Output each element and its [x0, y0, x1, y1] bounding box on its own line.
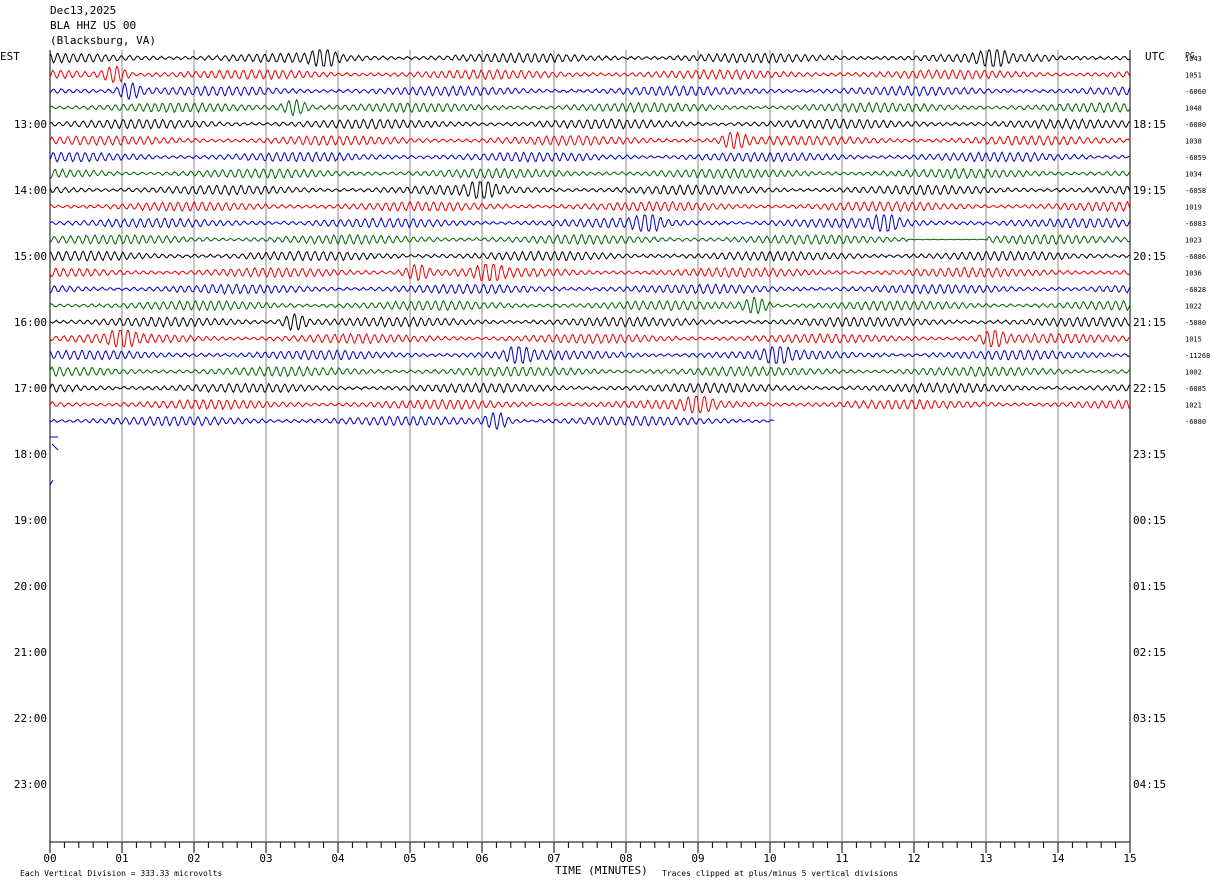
trace-row — [49, 382, 1131, 394]
trace-offset-label: -6085 — [1185, 385, 1206, 393]
helicorder-chart: EST UTC PG Each Vertical Division = 333.… — [0, 49, 1210, 878]
trace-row — [49, 151, 1130, 163]
trace-row — [49, 283, 1131, 295]
trace-row — [49, 167, 1131, 180]
trace-row — [49, 264, 1131, 282]
trace-row — [49, 329, 1131, 348]
x-tick-label: 03 — [259, 852, 272, 865]
trace-offset-label: 1038 — [1185, 138, 1202, 146]
hour-label-est: 18:00 — [14, 448, 47, 461]
trace-offset-label: -6058 — [1185, 187, 1206, 195]
x-tick-label: 09 — [691, 852, 704, 865]
trace-row — [49, 49, 1131, 67]
trace-row — [49, 365, 1131, 378]
trace-row — [49, 200, 1131, 213]
x-tick-label: 10 — [763, 852, 776, 865]
trace-offset-label: 1051 — [1185, 72, 1202, 80]
hour-label-est: 23:00 — [14, 778, 47, 791]
trace-row — [49, 98, 1131, 117]
trace-row — [49, 65, 1131, 84]
hour-label-utc: 03:15 — [1133, 712, 1166, 725]
trace-offset-label: -6083 — [1185, 220, 1206, 228]
trace-offset-label: 1002 — [1185, 369, 1202, 377]
x-tick-label: 01 — [115, 852, 128, 865]
trace-row — [49, 395, 1131, 413]
trace-offset-label: -6080 — [1185, 418, 1206, 426]
trace-row — [49, 411, 774, 430]
hour-label-est: 16:00 — [14, 316, 47, 329]
trace-row — [49, 181, 1131, 199]
trace-end-marker — [49, 436, 59, 486]
right-axis-title: UTC — [1145, 50, 1165, 63]
x-tick-label: 06 — [475, 852, 488, 865]
trace-row — [49, 117, 1131, 130]
trace-row — [49, 313, 1131, 331]
clip-note: Traces clipped at plus/minus 5 vertical … — [662, 869, 898, 878]
trace-offset-label: 1023 — [1185, 237, 1202, 245]
minute-grid — [49, 50, 1131, 853]
x-tick-label: 11 — [835, 852, 848, 865]
hour-label-est: 14:00 — [14, 184, 47, 197]
trace-row — [49, 250, 1130, 262]
trace-offset-label: -6060 — [1185, 88, 1206, 96]
x-tick-label: 15 — [1123, 852, 1136, 865]
x-axis-label: TIME (MINUTES) — [555, 864, 648, 877]
trace-offset-label: 1048 — [1185, 105, 1202, 113]
hour-label-utc: 04:15 — [1133, 778, 1166, 791]
x-tick-label: 00 — [43, 852, 56, 865]
left-axis-title: EST — [0, 50, 20, 63]
hour-label-utc: 18:15 — [1133, 118, 1166, 131]
x-tick-label: 05 — [403, 852, 416, 865]
x-tick-label: 04 — [331, 852, 345, 865]
hour-label-est: 19:00 — [14, 514, 47, 527]
hour-label-utc: 22:15 — [1133, 382, 1166, 395]
trace-row — [49, 296, 1131, 315]
x-tick-label: 13 — [979, 852, 992, 865]
x-tick-label: 02 — [187, 852, 200, 865]
hour-label-utc: 02:15 — [1133, 646, 1166, 659]
x-tick-label: 12 — [907, 852, 920, 865]
hour-label-utc: 21:15 — [1133, 316, 1166, 329]
trace-row — [49, 131, 1131, 150]
trace-offset-label: 1036 — [1185, 270, 1202, 278]
hour-label-utc: 01:15 — [1133, 580, 1166, 593]
hour-label-utc: 19:15 — [1133, 184, 1166, 197]
hour-label-est: 13:00 — [14, 118, 47, 131]
trace-offset-label: -5880 — [1185, 319, 1206, 327]
trace-row — [49, 81, 1131, 100]
trace-offset-label: 1021 — [1185, 402, 1202, 410]
trace-offset-label: -6059 — [1185, 154, 1206, 162]
x-tick-label: 08 — [619, 852, 632, 865]
trace-offset-label: -6028 — [1185, 286, 1206, 294]
axis-labels: EST UTC PG Each Vertical Division = 333.… — [0, 50, 1210, 878]
trace-offset-label: 1043 — [1185, 55, 1202, 63]
hour-label-est: 22:00 — [14, 712, 47, 725]
hour-label-utc: 23:15 — [1133, 448, 1166, 461]
trace-offset-label: -6086 — [1185, 253, 1206, 261]
seismic-traces — [49, 49, 1131, 486]
hour-label-est: 15:00 — [14, 250, 47, 263]
trace-offset-label: -11268 — [1185, 352, 1210, 360]
hour-label-utc: 20:15 — [1133, 250, 1166, 263]
hour-label-est: 21:00 — [14, 646, 47, 659]
x-tick-label: 14 — [1051, 852, 1065, 865]
trace-offset-label: 1022 — [1185, 303, 1202, 311]
hour-label-utc: 00:15 — [1133, 514, 1166, 527]
trace-row — [49, 233, 1131, 246]
trace-offset-label: 1034 — [1185, 171, 1202, 179]
trace-row — [49, 213, 1131, 233]
hour-label-est: 20:00 — [14, 580, 47, 593]
trace-offset-label: 1019 — [1185, 204, 1202, 212]
x-tick-label: 07 — [547, 852, 560, 865]
hour-label-est: 17:00 — [14, 382, 47, 395]
scale-note: Each Vertical Division = 333.33 microvol… — [20, 869, 222, 878]
trace-offset-label: 1015 — [1185, 336, 1202, 344]
trace-offset-label: -6080 — [1185, 121, 1206, 129]
trace-row — [49, 346, 1131, 364]
